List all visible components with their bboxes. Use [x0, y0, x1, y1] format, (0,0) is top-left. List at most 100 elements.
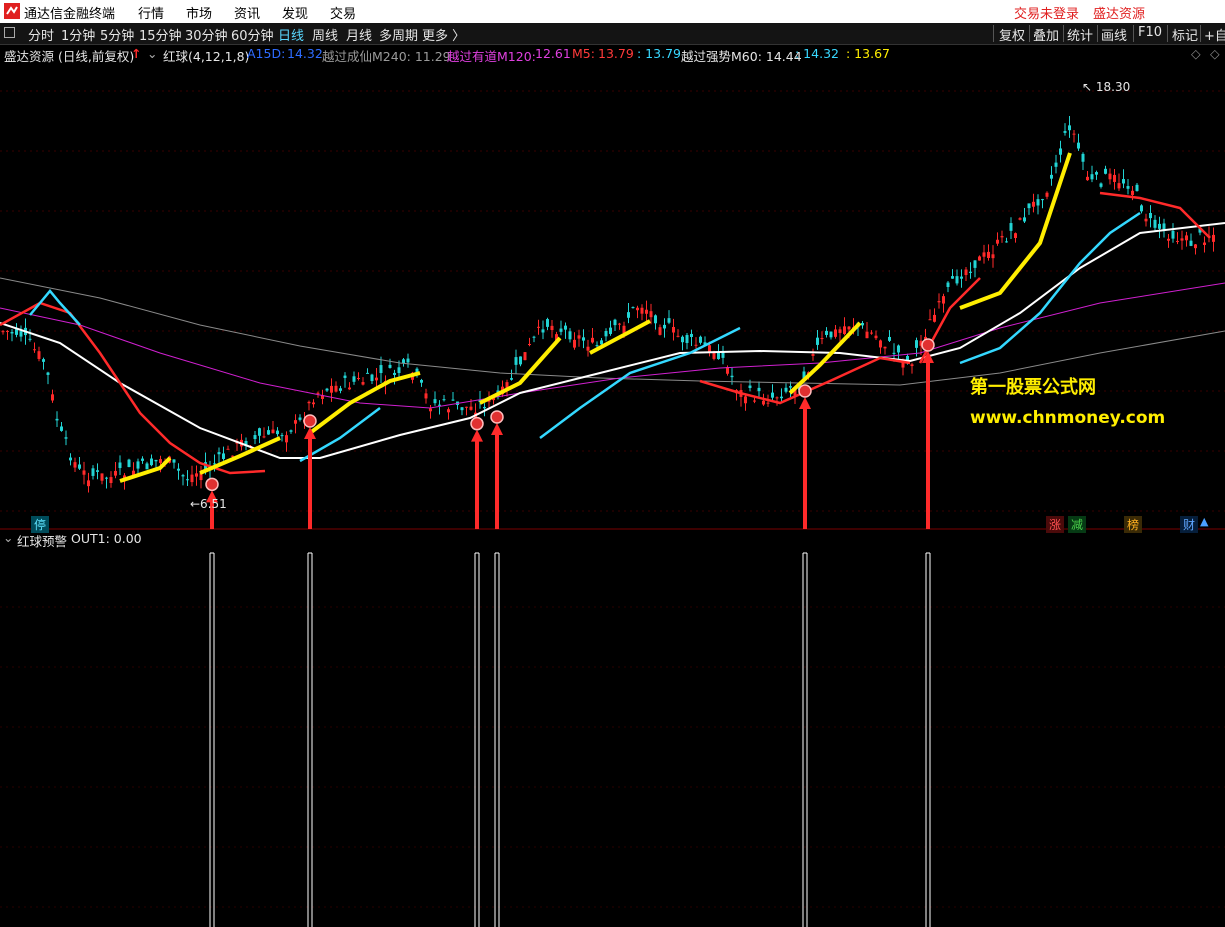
candle-body	[1009, 223, 1013, 231]
value-2: : 14.32	[795, 46, 839, 61]
period-1min[interactable]: 1分钟	[61, 25, 95, 44]
candle-body	[928, 319, 932, 321]
period-daily[interactable]: 日线	[278, 25, 304, 44]
candle-body	[1099, 183, 1103, 187]
toolbar-divider	[1097, 25, 1098, 42]
layout-toggle-icon[interactable]	[4, 27, 15, 38]
menu-market[interactable]: 市场	[186, 3, 212, 22]
period-timeshare[interactable]: 分时	[28, 25, 54, 44]
period-monthly[interactable]: 月线	[346, 25, 372, 44]
candle-body	[1171, 230, 1175, 239]
period-multi[interactable]: 多周期	[379, 25, 418, 44]
candle-body	[717, 352, 720, 360]
candle-body	[748, 385, 752, 389]
red-band	[0, 301, 266, 475]
menu-news[interactable]: 资讯	[234, 3, 260, 22]
candle-body	[978, 256, 981, 261]
candle-body	[1036, 199, 1040, 206]
candle-body	[433, 399, 437, 404]
candle-body	[100, 473, 104, 481]
f10-button[interactable]: F10	[1138, 25, 1162, 40]
candle-body	[73, 462, 77, 468]
candle-body	[789, 386, 792, 388]
candle-body	[1126, 186, 1130, 189]
candle-body	[361, 382, 365, 385]
main-price-chart[interactable]: ↖ 18.30 ←6.51	[0, 63, 1225, 530]
candle-body	[6, 330, 9, 332]
candle-body	[60, 426, 63, 431]
candle-body	[915, 340, 918, 348]
stock-name-link[interactable]: 盛达资源	[1093, 3, 1145, 22]
m5-value: 13.79	[598, 46, 634, 61]
candle-body	[366, 372, 369, 374]
adjust-button[interactable]: 复权	[999, 25, 1025, 44]
candle-body	[379, 365, 383, 374]
period-more[interactable]: 更多 〉	[422, 25, 465, 44]
candle-body	[604, 331, 608, 337]
period-60min[interactable]: 60分钟	[231, 25, 274, 44]
toolbar-divider	[1063, 25, 1064, 42]
candle-body	[222, 453, 225, 459]
candle-body	[681, 336, 684, 343]
candle-body	[843, 326, 846, 335]
candle-body	[672, 326, 675, 333]
candle-body	[136, 461, 140, 469]
candle-body	[775, 397, 779, 399]
value-1: : 13.79	[637, 46, 681, 61]
candle-body	[357, 377, 360, 379]
menu-quotes[interactable]: 行情	[138, 3, 164, 22]
candle-body	[339, 388, 342, 391]
low-price-label: ←6.51	[190, 497, 227, 511]
candle-body	[838, 329, 842, 333]
expand-icon[interactable]: ▲	[1200, 515, 1208, 528]
candle-body	[1005, 241, 1008, 243]
overlay-button[interactable]: 叠加	[1033, 25, 1059, 44]
period-15min[interactable]: 15分钟	[139, 25, 182, 44]
sub-indicator-chart[interactable]	[0, 547, 1225, 927]
period-weekly[interactable]: 周线	[312, 25, 338, 44]
stats-button[interactable]: 统计	[1067, 25, 1093, 44]
candle-body	[888, 336, 891, 341]
mark-button[interactable]: 标记	[1172, 25, 1198, 44]
candle-body	[64, 437, 68, 439]
candle-body	[96, 470, 99, 472]
candle-body	[618, 323, 621, 325]
candle-body	[348, 387, 351, 390]
candle-body	[393, 372, 396, 375]
candle-body	[276, 430, 279, 435]
candle-body	[177, 468, 180, 471]
candle-body	[1045, 192, 1049, 197]
candle-body	[267, 430, 270, 435]
candle-body	[33, 349, 36, 351]
candle-body	[1117, 183, 1121, 189]
candle-body	[897, 345, 900, 353]
period-5min[interactable]: 5分钟	[100, 25, 134, 44]
add-custom-button[interactable]: +自	[1204, 25, 1225, 44]
draw-button[interactable]: 画线	[1101, 25, 1127, 44]
candle-body	[870, 332, 873, 334]
menu-discover[interactable]: 发现	[282, 3, 308, 22]
candle-body	[658, 327, 662, 335]
trade-login-status[interactable]: 交易未登录	[1014, 3, 1079, 22]
candle-body	[1063, 131, 1067, 133]
candle-body	[1072, 133, 1076, 135]
diamond-icon[interactable]: ◇	[1191, 46, 1201, 61]
collapse-icon[interactable]: ⌄	[147, 46, 157, 61]
candle-body	[784, 387, 788, 392]
menu-trade[interactable]: 交易	[330, 3, 356, 22]
candle-body	[1158, 223, 1161, 229]
candle-body	[226, 448, 230, 450]
candle-body	[231, 455, 234, 457]
candle-body	[1113, 174, 1116, 182]
candle-body	[816, 337, 819, 345]
candle-body	[1140, 205, 1143, 212]
candle-body	[609, 327, 612, 334]
candle-body	[874, 335, 878, 339]
period-30min[interactable]: 30分钟	[185, 25, 228, 44]
candle-body	[325, 388, 329, 391]
candle-body	[1086, 176, 1089, 181]
candle-body	[1068, 125, 1071, 131]
diamond-icon[interactable]: ◇	[1210, 46, 1220, 61]
candle-body	[753, 400, 756, 402]
collapse-icon[interactable]: ⌄	[3, 530, 13, 545]
